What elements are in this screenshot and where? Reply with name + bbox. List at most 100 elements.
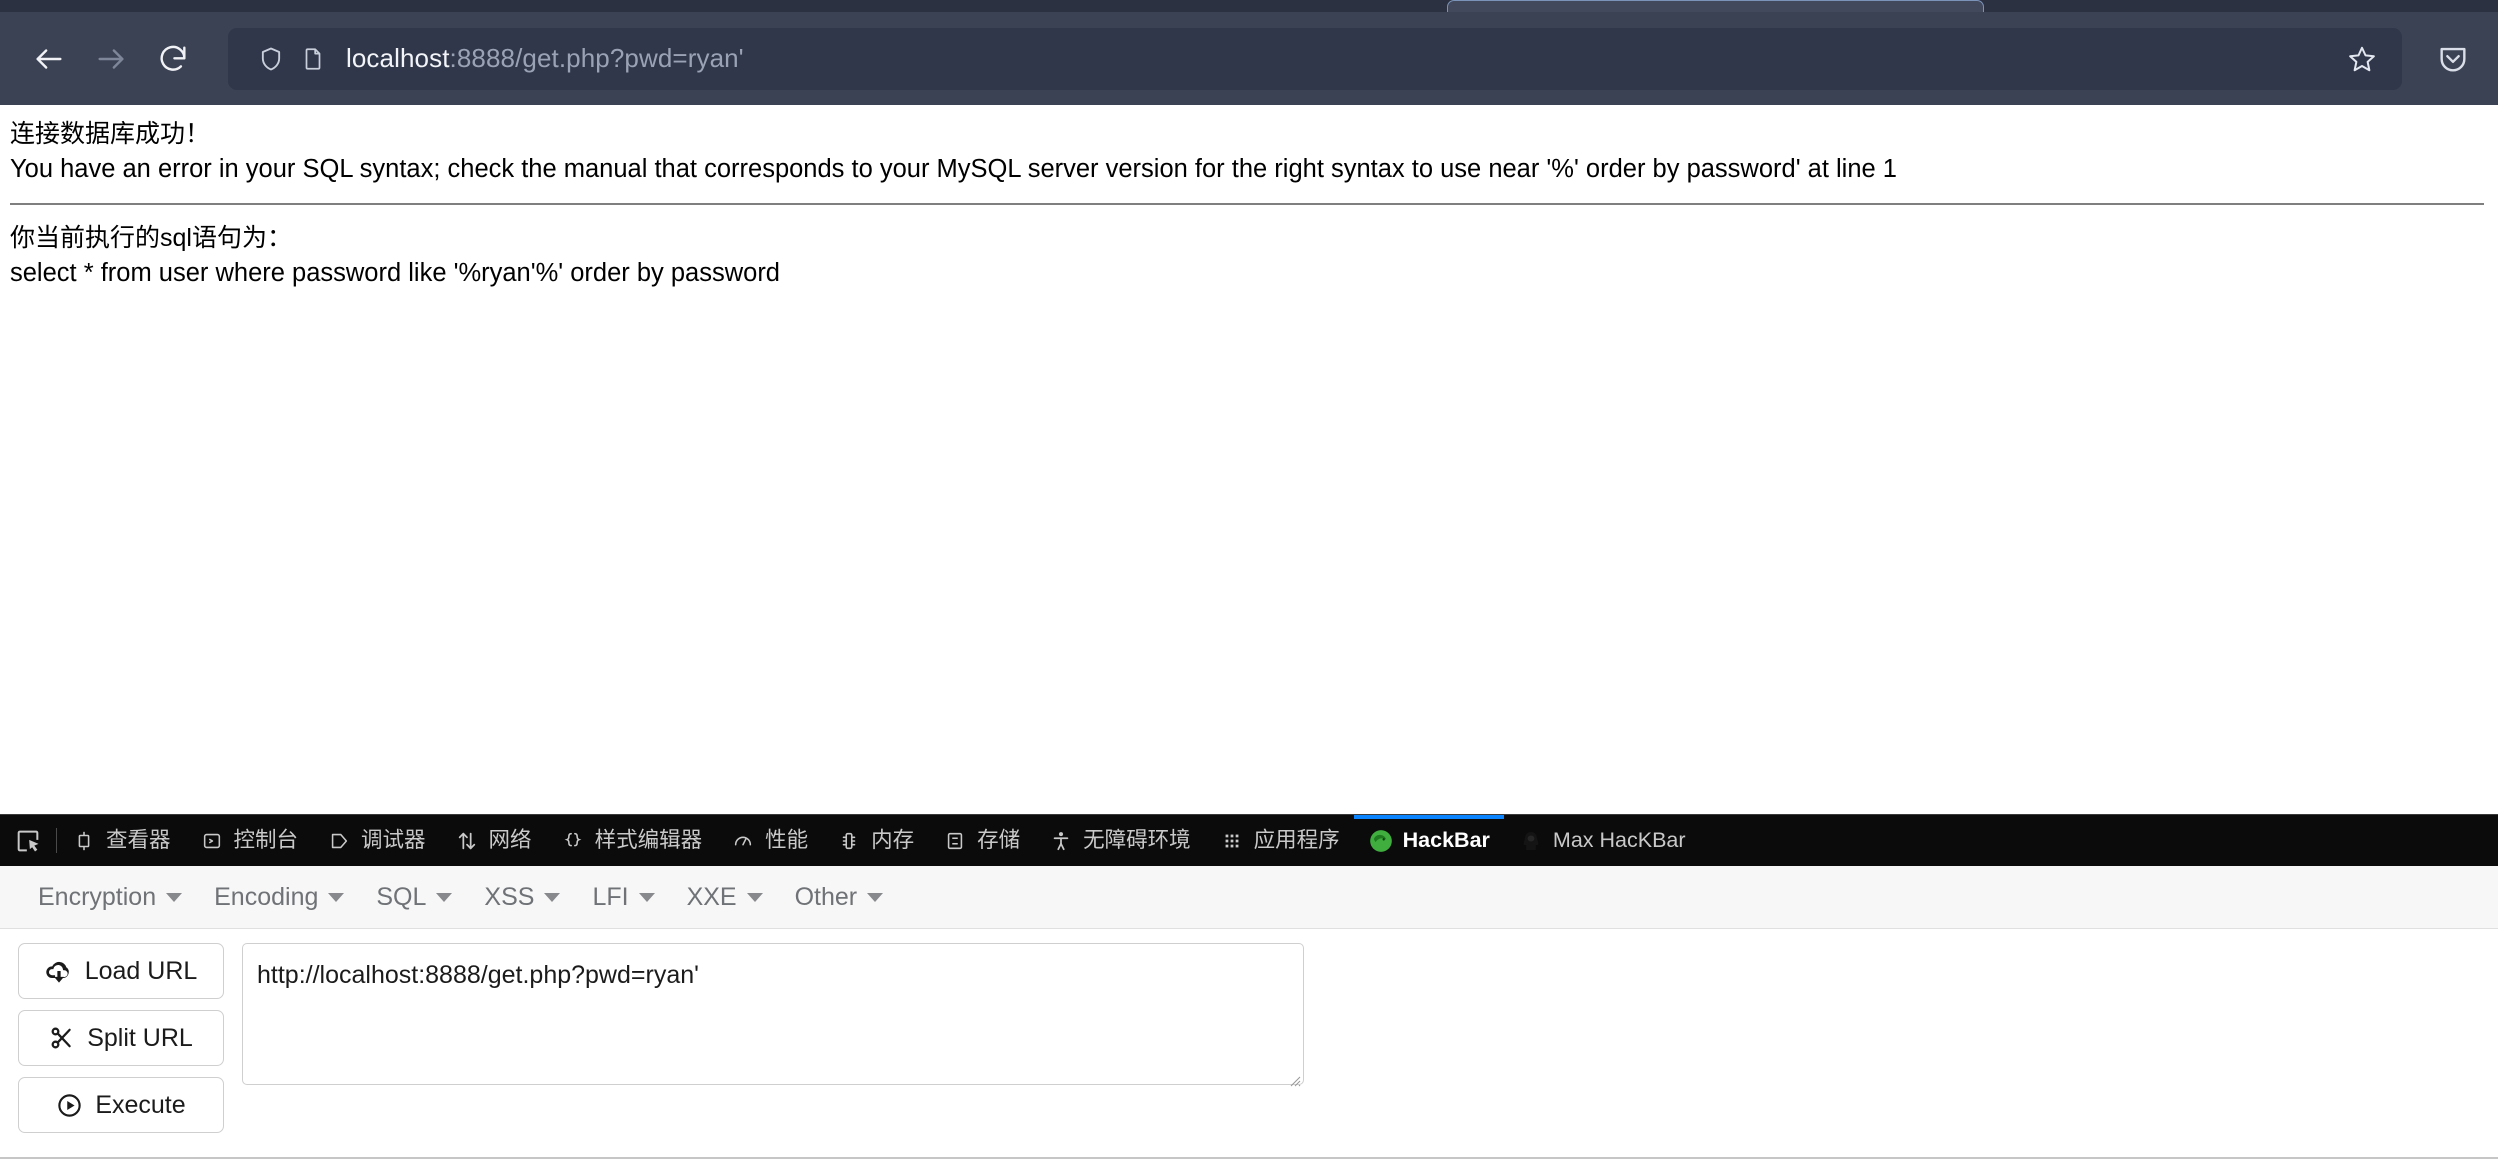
devtools-tab-label: 样式编辑器 bbox=[594, 827, 703, 852]
chevron-down-icon bbox=[746, 892, 763, 902]
devtools-tab-label: HackBar bbox=[1402, 827, 1490, 852]
page-content: 连接数据库成功！ You have an error in your SQL s… bbox=[0, 105, 2498, 814]
hackbar-menu-label: XSS bbox=[484, 882, 535, 911]
inspector-icon bbox=[71, 828, 97, 854]
devtools-tab-network[interactable]: 网络 bbox=[440, 815, 546, 866]
split-url-label: Split URL bbox=[87, 1023, 193, 1052]
load-url-label: Load URL bbox=[84, 956, 198, 985]
url-textarea-wrapper bbox=[242, 943, 1304, 1090]
shield-icon[interactable] bbox=[250, 38, 292, 80]
element-picker-button[interactable] bbox=[0, 815, 56, 866]
devtools-tab-label: 调试器 bbox=[361, 827, 426, 852]
devtools-tab-bar: 查看器 控制台 调试器 网络 样式编辑器 性能 内存 存储 无障碍环境 应用程序… bbox=[0, 814, 2498, 866]
sql-error-message: You have an error in your SQL syntax; ch… bbox=[10, 155, 1897, 183]
browser-tab[interactable] bbox=[1447, 0, 1984, 12]
hackbar-menu-label: Encoding bbox=[214, 882, 319, 911]
devtools-tab-style-editor[interactable]: 样式编辑器 bbox=[546, 815, 717, 866]
reload-button[interactable] bbox=[142, 28, 204, 90]
execute-button[interactable]: Execute bbox=[18, 1077, 224, 1133]
hackbar-body: Load URL Split URL Execute http://localh… bbox=[0, 929, 2498, 1133]
hackbar-menu-sql[interactable]: SQL bbox=[360, 883, 468, 912]
devtools-tab-label: 内存 bbox=[871, 827, 915, 852]
db-connect-message: 连接数据库成功！ bbox=[10, 120, 211, 148]
chevron-down-icon bbox=[436, 892, 453, 902]
load-url-button[interactable]: Load URL bbox=[18, 943, 224, 999]
browser-tab-strip bbox=[0, 0, 2498, 12]
devtools-tab-label: 存储 bbox=[977, 827, 1021, 852]
hackbar-menu-other[interactable]: Other bbox=[779, 883, 900, 912]
style-editor-icon bbox=[560, 828, 586, 854]
bookmark-star-icon[interactable] bbox=[2336, 33, 2388, 85]
devtools-tab-hackbar[interactable]: HackBar bbox=[1353, 815, 1505, 866]
back-button[interactable] bbox=[18, 28, 80, 90]
content-divider bbox=[10, 203, 2484, 205]
application-icon bbox=[1219, 828, 1245, 854]
devtools-tab-console[interactable]: 控制台 bbox=[185, 815, 313, 866]
devtools-tab-label: 控制台 bbox=[233, 827, 299, 852]
devtools-tab-accessibility[interactable]: 无障碍环境 bbox=[1034, 815, 1205, 866]
devtools-tab-label: Max HacKBar bbox=[1552, 827, 1686, 852]
performance-icon bbox=[730, 828, 756, 854]
back-arrow-icon bbox=[36, 48, 62, 69]
sql-statement-heading: 你当前执行的sql语句为： bbox=[10, 224, 292, 252]
play-circle-icon bbox=[56, 1092, 83, 1119]
forward-button[interactable] bbox=[80, 28, 142, 90]
cloud-download-icon bbox=[45, 957, 73, 985]
hackbar-url-area bbox=[242, 943, 1304, 1133]
chevron-down-icon bbox=[544, 892, 561, 902]
url-text[interactable]: localhost:8888/get.php?pwd=ryan' bbox=[346, 43, 2336, 74]
devtools-tab-max-hackbar[interactable]: Max HacKBar bbox=[1504, 815, 1700, 866]
pocket-save-button[interactable] bbox=[2426, 32, 2480, 86]
chevron-down-icon bbox=[328, 892, 345, 902]
devtools-tab-label: 查看器 bbox=[106, 827, 171, 852]
hackbar-menu-encoding[interactable]: Encoding bbox=[198, 883, 360, 912]
devtools-tab-storage[interactable]: 存储 bbox=[928, 815, 1034, 866]
devtools-tab-performance[interactable]: 性能 bbox=[716, 815, 822, 866]
url-host: localhost bbox=[346, 43, 450, 73]
hackbar-menu-label: XXE bbox=[686, 882, 737, 911]
hackbar-panel: Encryption Encoding SQL XSS LFI XXE Othe… bbox=[0, 866, 2498, 1160]
chevron-down-icon bbox=[867, 892, 884, 902]
devtools-tab-memory[interactable]: 内存 bbox=[822, 815, 928, 866]
url-input[interactable] bbox=[242, 943, 1304, 1085]
devtools-panel: 查看器 控制台 调试器 网络 样式编辑器 性能 内存 存储 无障碍环境 应用程序… bbox=[0, 814, 2498, 1160]
console-icon bbox=[199, 828, 225, 854]
chevron-down-icon bbox=[166, 892, 183, 902]
hackbar-menu-bar: Encryption Encoding SQL XSS LFI XXE Othe… bbox=[0, 866, 2498, 929]
devtools-tab-application[interactable]: 应用程序 bbox=[1205, 815, 1354, 866]
element-picker-icon bbox=[17, 830, 39, 851]
hackbar-menu-xss[interactable]: XSS bbox=[468, 883, 576, 912]
devtools-tab-inspector[interactable]: 查看器 bbox=[57, 815, 185, 866]
page-icon[interactable] bbox=[292, 38, 334, 80]
hackbar-icon bbox=[1368, 828, 1394, 854]
hackbar-menu-xxe[interactable]: XXE bbox=[671, 883, 779, 912]
hackbar-menu-label: SQL bbox=[376, 882, 427, 911]
hackbar-action-buttons: Load URL Split URL Execute bbox=[18, 943, 224, 1133]
hackbar-menu-label: Encryption bbox=[38, 882, 157, 911]
address-bar[interactable]: localhost:8888/get.php?pwd=ryan' bbox=[228, 27, 2402, 90]
sql-statement-text: select * from user where password like '… bbox=[10, 259, 780, 287]
max-hackbar-icon bbox=[1518, 828, 1544, 854]
network-icon bbox=[454, 828, 480, 854]
devtools-tab-label: 无障碍环境 bbox=[1083, 827, 1191, 852]
hackbar-menu-label: Other bbox=[794, 882, 858, 911]
storage-icon bbox=[942, 828, 968, 854]
forward-arrow-icon bbox=[98, 48, 124, 69]
memory-icon bbox=[836, 828, 862, 854]
devtools-tab-label: 网络 bbox=[488, 827, 532, 852]
execute-label: Execute bbox=[95, 1090, 186, 1119]
hackbar-menu-label: LFI bbox=[592, 882, 629, 911]
browser-navigation-toolbar: localhost:8888/get.php?pwd=ryan' bbox=[0, 12, 2498, 105]
devtools-tab-label: 应用程序 bbox=[1253, 827, 1340, 852]
url-path: :8888/get.php?pwd=ryan' bbox=[449, 43, 744, 73]
hackbar-menu-lfi[interactable]: LFI bbox=[576, 883, 670, 912]
scissors-icon bbox=[49, 1025, 75, 1051]
reload-icon bbox=[160, 45, 186, 71]
chevron-down-icon bbox=[638, 892, 655, 902]
hackbar-menu-encryption[interactable]: Encryption bbox=[22, 883, 198, 912]
accessibility-icon bbox=[1048, 828, 1074, 854]
pocket-icon bbox=[2440, 47, 2466, 71]
devtools-tab-debugger[interactable]: 调试器 bbox=[312, 815, 440, 866]
split-url-button[interactable]: Split URL bbox=[18, 1010, 224, 1066]
debugger-icon bbox=[326, 828, 352, 854]
